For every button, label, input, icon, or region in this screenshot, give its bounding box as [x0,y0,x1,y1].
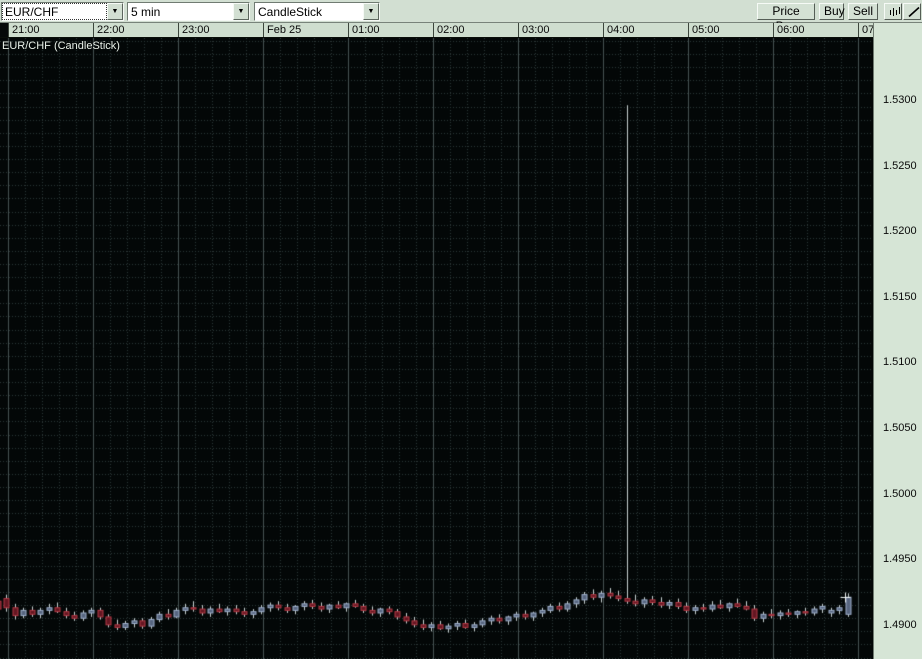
candlestick-chart-canvas[interactable] [0,38,873,659]
chevron-down-icon[interactable]: ▼ [107,3,123,20]
time-axis-tick [773,23,774,37]
price-axis-label: 1.5200 [883,225,917,238]
time-axis-tick [93,23,94,37]
time-axis-tick [178,23,179,37]
chevron-down-icon[interactable]: ▼ [233,3,249,20]
time-axis-label: 02:00 [437,24,465,36]
time-axis-label: 07: [862,24,873,36]
time-axis-label: 06:00 [777,24,805,36]
symbol-select[interactable]: EUR/CHF ▼ [1,2,124,21]
price-axis-label: 1.5300 [883,94,917,106]
time-axis-tick [603,23,604,37]
buy-button[interactable]: Buy [819,3,845,20]
time-axis-tick [348,23,349,37]
time-axis-tick [8,23,9,37]
time-axis-tick [518,23,519,37]
sell-button[interactable]: Sell [848,3,878,20]
time-axis-tick [858,23,859,37]
time-axis-label: 04:00 [607,24,635,36]
price-axis[interactable]: 1.5300 1.5250 1.5200 1.5150 1.5100 1.5050 1.50… [873,23,922,659]
time-axis[interactable]: 21:00 22:00 23:00 Feb 25 01:00 02:00 03:00 04:0… [0,23,873,38]
time-axis-label: 23:00 [182,24,210,36]
time-axis-label: 21:00 [12,24,40,36]
price-axis-label: 1.5150 [883,290,917,303]
price-axis-label: 1.5100 [883,356,917,369]
trend-line-icon-button[interactable] [903,3,921,20]
time-axis-label: Feb 25 [267,24,302,36]
price-axis-label: 1.5050 [883,422,917,434]
chart-type-select-value: CandleStick [258,5,323,19]
symbol-select-value: EUR/CHF [2,3,107,20]
chart-type-select[interactable]: CandleStick ▼ [254,2,380,21]
toolbar: EUR/CHF ▼ 5 min ▼ CandleStick ▼ Price Bo… [0,0,922,33]
price-axis-label: 1.4900 [883,618,917,631]
price-box-button[interactable]: Price Box [757,3,815,33]
time-axis-label: 01:00 [352,24,380,36]
time-axis-tick [688,23,689,37]
price-axis-label: 1.5250 [883,159,917,172]
trend-line-icon [908,6,920,18]
interval-select[interactable]: 5 min ▼ [127,2,250,21]
chevron-down-icon[interactable]: ▼ [363,3,379,20]
time-axis-tick [263,23,264,37]
chart-title: EUR/CHF (CandleStick) [2,40,120,52]
price-axis-label: 1.4950 [883,553,917,566]
candlestick-bars-icon-button[interactable] [884,3,902,20]
price-axis-label: 1.5000 [883,487,917,500]
candlestick-bars-icon [889,6,900,18]
time-axis-label: 05:00 [692,24,720,36]
time-axis-label: 22:00 [97,24,125,36]
chart-area[interactable]: EUR/CHF (CandleStick) [0,38,873,659]
time-axis-tick [433,23,434,37]
interval-select-value: 5 min [131,5,161,19]
time-axis-label: 03:00 [522,24,550,36]
